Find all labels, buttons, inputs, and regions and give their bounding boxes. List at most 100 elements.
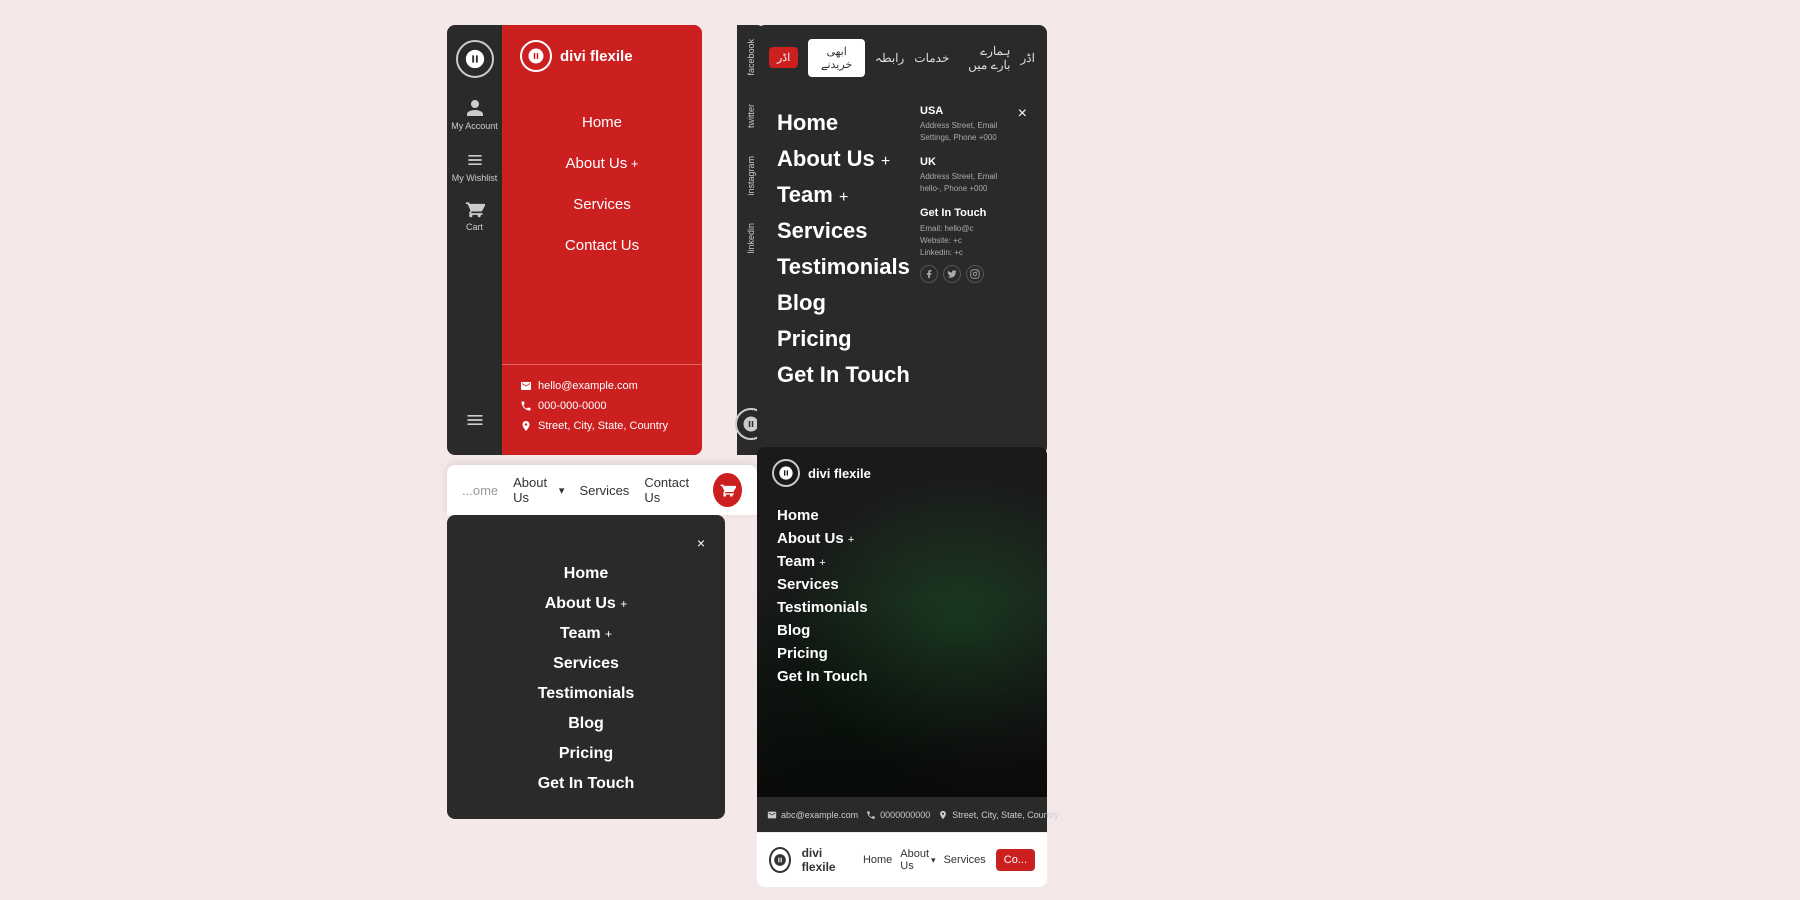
email-value: hello@example.com [538,380,638,392]
panel4-navbar: ...ome About Us ▾ Services Contact Us [447,465,757,515]
p8-home[interactable]: Home [863,854,892,866]
panel7-footer-bar: abc@example.com 0000000000 Street, City,… [757,797,1047,832]
wishlist-label: My Wishlist [452,173,498,183]
panel8-logo-row: divi flexile [769,846,848,874]
cta-urdu-btn[interactable]: ابھی خریدنے [808,39,865,77]
facebook-link[interactable]: facebook [746,25,756,90]
p5-about[interactable]: About Us + [467,589,705,619]
urdu-nav-about[interactable]: ہمارے بارے میں [959,44,1010,72]
p8-about[interactable]: About Us ▾ [900,848,935,872]
footer-address: Street, City, State, Country [938,810,1058,820]
usa-addr: Address Street, Email Settings, Phone +0… [920,120,1007,144]
close-btn-area: × [1007,105,1027,393]
panel5-nav: Home About Us + Team + Services Testimon… [467,559,705,799]
overlay-nav-pricing[interactable]: Pricing [777,321,912,357]
location-icon [520,420,532,432]
red-nav-contact[interactable]: Contact Us [502,225,702,266]
red-menu-nav: Home About Us Services Contact Us [502,92,702,364]
panel5-close-btn[interactable]: × [697,535,705,551]
linkedin-info: Linkedin: +c [920,248,1007,257]
fb-circle[interactable] [920,265,938,283]
p5-testimonials[interactable]: Testimonials [467,679,705,709]
p5-getintouch[interactable]: Get In Touch [467,769,705,799]
red-menu-logo-row: divi flexile [502,40,702,92]
panel4-about[interactable]: About Us ▾ [513,475,564,505]
sidebar-logo-icon [456,40,494,78]
p5-pricing[interactable]: Pricing [467,739,705,769]
panel8-logo-icon [769,847,791,873]
p5-blog[interactable]: Blog [467,709,705,739]
contact-phone-row: 000-000-0000 [520,400,684,412]
panel2-wrapper: اڈر ابھی خریدنے رابطہ خدمات ہمارے بارے م… [757,25,1047,455]
red-nav-services[interactable]: Services [502,184,702,225]
red-nav-about[interactable]: About Us [502,143,702,184]
instagram-circle-icon [970,269,980,279]
red-logo-svg [527,47,545,65]
panel4-cart-btn[interactable] [713,473,742,507]
panel1-container: My Account My Wishlist Cart divi flexile [447,25,737,455]
urdu-nav-services[interactable]: خدمات [914,51,949,65]
p5-team[interactable]: Team + [467,619,705,649]
contact-email-row: hello@example.com [520,380,684,392]
overlay-nav-home[interactable]: Home [777,105,912,141]
footer-phone: 0000000000 [866,810,930,820]
overlay-nav-about[interactable]: About Us + [777,141,912,177]
twitter-circle-icon [947,269,957,279]
sidebar-hamburger[interactable] [465,410,485,435]
p6-pricing[interactable]: Pricing [777,642,1027,665]
overlay-nav-testimonials[interactable]: Testimonials [777,249,912,285]
panel8-bottom-nav: divi flexile Home About Us ▾ Services Co… [757,832,1047,887]
p6-blog[interactable]: Blog [777,619,1027,642]
panel4-services[interactable]: Services [579,483,629,498]
dark-sidebar: My Account My Wishlist Cart [447,25,502,455]
panel8-brand: divi flexile [802,846,848,874]
canvas: My Account My Wishlist Cart divi flexile [0,0,1800,900]
my-account-section[interactable]: My Account [451,98,498,132]
p6-testimonials[interactable]: Testimonials [777,596,1027,619]
uk-label: UK [920,156,1007,168]
p6-about[interactable]: About Us + [777,527,1027,550]
urdu-nav-contact[interactable]: رابطہ [875,51,904,65]
footer-location-icon [938,810,948,820]
panel8-nav: Home About Us ▾ Services [863,848,986,872]
contact-side-info: USA Address Street, Email Settings, Phon… [912,105,1007,393]
overlay-nav-team[interactable]: Team + [777,177,912,213]
overlay-nav-blog[interactable]: Blog [777,285,912,321]
overlay-nav-services[interactable]: Services [777,213,912,249]
panel8-cta-btn[interactable]: Co... [996,849,1035,871]
flag-btn[interactable]: اڈر [769,47,798,68]
user-icon [465,98,485,118]
p5-home[interactable]: Home [467,559,705,589]
cart-label: Cart [466,222,483,232]
p6-services[interactable]: Services [777,573,1027,596]
overlay-nav-getintouch[interactable]: Get In Touch [777,357,912,393]
p6-getintouch[interactable]: Get In Touch [777,665,1027,688]
linkedin-link[interactable]: linkedin [746,209,756,268]
divi-logo-svg [464,48,486,70]
dark-overlay-menu: Home About Us + Team + Services Testimon… [757,90,1047,455]
instagram-link[interactable]: instagram [746,142,756,210]
ig-circle[interactable] [966,265,984,283]
wishlist-btn[interactable]: My Wishlist [452,150,498,183]
cart-btn-icon [720,482,736,498]
red-menu-brand: divi flexile [560,48,633,65]
p6-home[interactable]: Home [777,504,1027,527]
twitter-link[interactable]: twitter [746,90,756,142]
my-account-label: My Account [451,121,498,132]
email-icon [520,380,532,392]
p6-team[interactable]: Team + [777,550,1027,573]
cart-btn[interactable]: Cart [465,199,485,232]
phone-icon [520,400,532,412]
p5-services[interactable]: Services [467,649,705,679]
urdu-nav-home[interactable]: اڈر [1021,51,1035,65]
cart-icon [465,199,485,219]
tw-circle[interactable] [943,265,961,283]
p8-services[interactable]: Services [944,854,986,866]
panel4-contact[interactable]: Contact Us [644,475,698,505]
panel6-nav: Home About Us + Team + Services Testimon… [757,499,1047,693]
footer-email-icon [767,810,777,820]
panel6-wrapper: divi flexile Home About Us + Team + Serv… [757,447,1047,797]
overlay-close-btn[interactable]: × [1018,105,1027,123]
red-nav-home[interactable]: Home [502,102,702,143]
panel8-logo-svg [773,853,787,867]
